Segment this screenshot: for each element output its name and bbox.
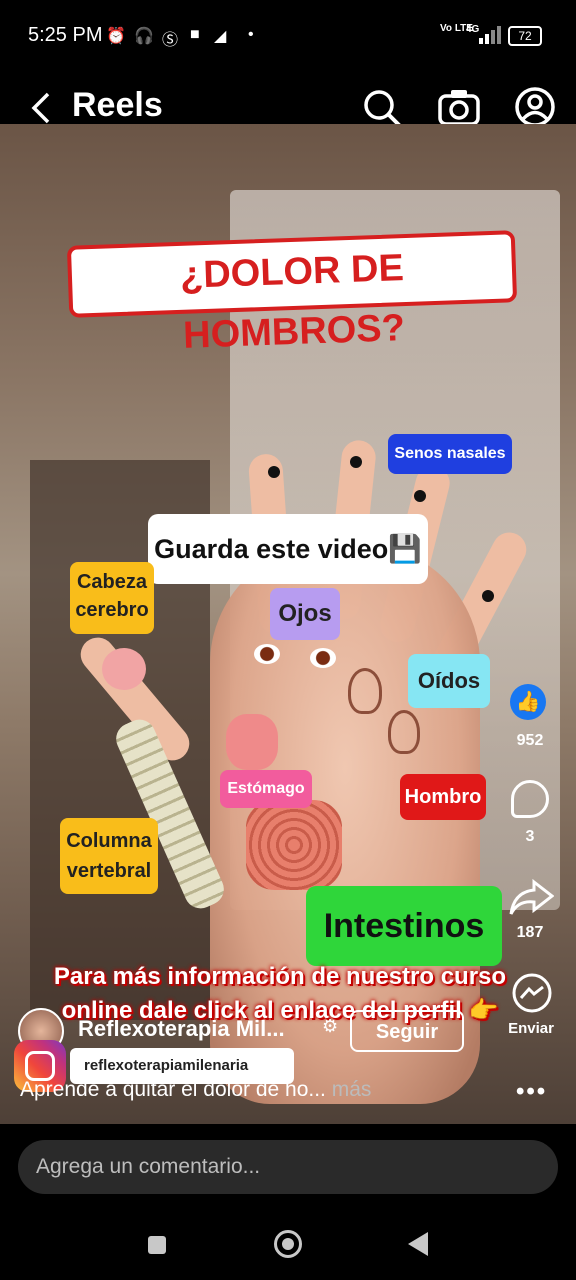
- caption-more[interactable]: más: [332, 1078, 372, 1101]
- intestines-illustration: [246, 800, 342, 890]
- messenger-icon[interactable]: [510, 972, 554, 1016]
- ear-illustration: [348, 668, 382, 714]
- share-count: 187: [516, 924, 544, 941]
- eye-illustration: [254, 644, 280, 664]
- back-arrow-icon[interactable]: [30, 92, 52, 124]
- signal-notification-icon: ◢: [214, 28, 227, 45]
- author-name[interactable]: Reflexoterapia Mil...: [78, 1016, 285, 1042]
- like-count: 952: [516, 732, 544, 749]
- battery-icon: 72: [508, 26, 542, 46]
- reflex-point-dot: [414, 490, 426, 502]
- profile-icon[interactable]: [514, 86, 556, 128]
- label-estomago: Estómago: [220, 770, 312, 808]
- send-label[interactable]: Enviar: [498, 1020, 564, 1037]
- instagram-frame: [25, 1051, 55, 1081]
- camera-icon[interactable]: [438, 88, 480, 126]
- search-icon[interactable]: [362, 88, 402, 128]
- comment-icon[interactable]: [511, 780, 549, 818]
- stomach-illustration: [226, 714, 278, 770]
- label-oidos: Oídos: [408, 654, 490, 708]
- square-notification-icon: ■: [190, 26, 200, 43]
- label-intestinos: Intestinos: [306, 886, 502, 966]
- label-columna: Columna vertebral: [60, 818, 158, 894]
- alarm-icon: ⏰: [106, 28, 126, 45]
- comment-input[interactable]: Agrega un comentario...: [18, 1140, 558, 1194]
- label-senos-nasales: Senos nasales: [388, 434, 512, 474]
- brain-illustration: [102, 648, 146, 690]
- app-notification-icon: Ⓢ: [162, 32, 179, 49]
- reflex-point-dot: [268, 466, 280, 478]
- recents-button[interactable]: [148, 1236, 166, 1254]
- ear-illustration: [388, 710, 420, 754]
- follow-button[interactable]: Seguir: [350, 1010, 464, 1052]
- headphones-icon: 🎧: [134, 28, 154, 45]
- comment-count: 3: [525, 828, 535, 845]
- label-hombro: Hombro: [400, 774, 486, 820]
- home-button[interactable]: [274, 1230, 302, 1258]
- eye-illustration: [310, 648, 336, 668]
- caption[interactable]: Aprende a quitar el dolor de ho... más: [20, 1078, 371, 1102]
- system-back-button[interactable]: [408, 1232, 428, 1256]
- more-options-icon[interactable]: •••: [516, 1078, 547, 1106]
- share-icon[interactable]: [508, 878, 554, 918]
- like-icon[interactable]: 👍: [510, 684, 546, 720]
- reflex-point-dot: [482, 590, 494, 602]
- label-cabeza: Cabeza cerebro: [70, 562, 154, 634]
- caption-text: Aprende a quitar el dolor de ho...: [20, 1078, 326, 1101]
- settings-icon: ⚙: [322, 1016, 339, 1036]
- signal-strength-icon: [479, 26, 501, 44]
- label-guarda-video: Guarda este video💾: [148, 514, 428, 584]
- status-time: 5:25 PM: [28, 24, 103, 46]
- page-title: Reels: [72, 86, 163, 124]
- reflex-point-dot: [350, 456, 362, 468]
- label-ojos: Ojos: [270, 588, 340, 640]
- more-notifications-dot: •: [248, 26, 254, 43]
